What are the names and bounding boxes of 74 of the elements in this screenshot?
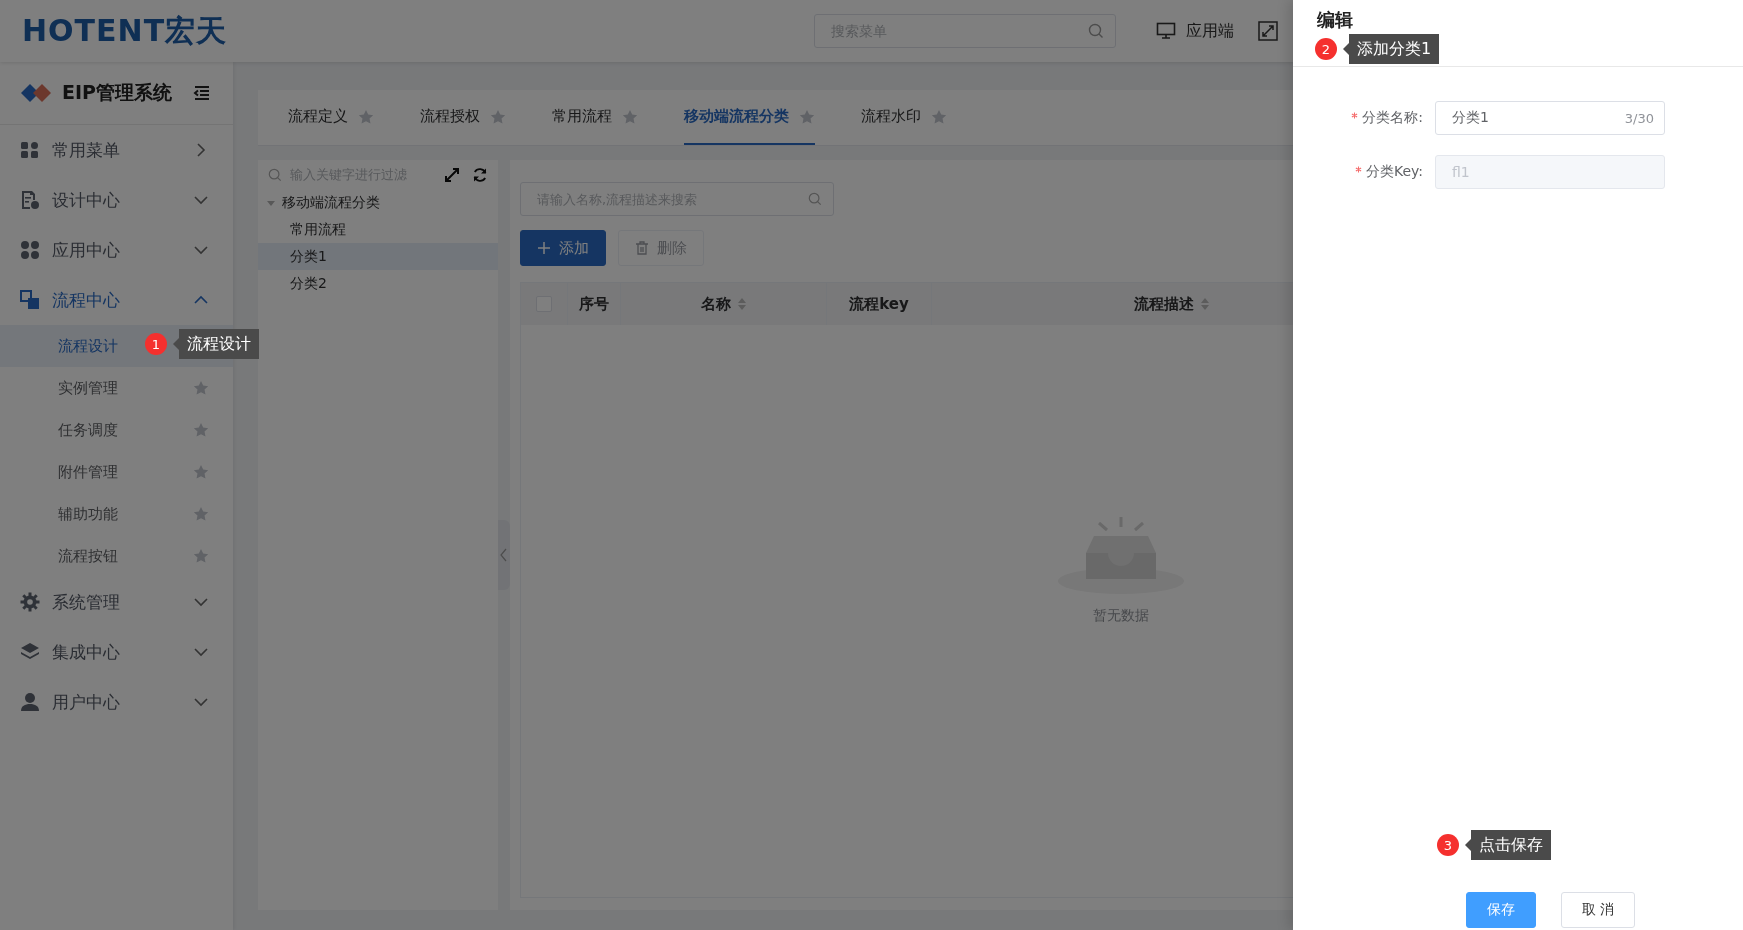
menu-item[interactable]: 流程中心 [0,275,233,325]
submenu-item[interactable]: 实例管理 [0,367,233,409]
column-header[interactable]: 流程key [849,294,909,314]
submenu-item[interactable]: 流程按钮 [0,535,233,577]
tree-node[interactable]: 分类1 [258,243,498,270]
column-header[interactable]: 流程描述 [1134,294,1194,314]
menu-item[interactable]: 常用菜单 [0,125,233,175]
step-badge: 2 [1315,38,1337,60]
menu-item[interactable]: 设计中心 [0,175,233,225]
fullscreen-icon[interactable] [1258,21,1278,41]
star-icon [931,108,947,125]
sort-icon[interactable] [736,297,747,311]
cancel-button[interactable]: 取 消 [1561,892,1636,928]
field-label: 分类Key: [1365,163,1423,181]
tree-node[interactable]: 常用流程 [258,216,498,243]
menu-item[interactable]: 应用中心 [0,225,233,275]
step-badge: 3 [1437,834,1459,856]
star-icon[interactable] [193,380,209,396]
system-title: EIP管理系统 [62,80,172,105]
monitor-icon [1156,21,1176,41]
column-header[interactable]: 序号 [579,294,609,314]
char-counter: 3/30 [1624,110,1654,126]
tab[interactable]: 流程定义 [288,90,374,145]
tab[interactable]: 移动端流程分类 [684,90,815,145]
tab[interactable]: 流程授权 [420,90,506,145]
menu-item[interactable]: 用户中心 [0,677,233,727]
star-icon [799,108,815,125]
trash-icon [635,241,649,255]
star-icon [358,108,374,125]
expand-icon[interactable] [444,166,460,183]
field-label: 分类名称: [1362,109,1423,127]
logo: HOTENT宏天 [22,11,228,50]
search-icon [808,192,822,206]
collapse-handle[interactable] [498,520,510,590]
refresh-icon[interactable] [472,166,488,183]
layers-icon [20,642,40,662]
chevron-left-icon [500,548,508,562]
save-button[interactable]: 保存 [1466,892,1536,928]
flow-icon [20,290,40,310]
guide-tooltip: 点击保存 [1465,830,1551,860]
input-field[interactable]: 分类1 3/30 [1435,101,1665,135]
menu-collapse-icon[interactable] [193,84,211,102]
search-icon [268,167,282,182]
tree-node[interactable]: 分类2 [258,270,498,297]
step-badge: 1 [145,333,167,355]
star-icon[interactable] [193,506,209,522]
menu-item[interactable]: 系统管理 [0,577,233,627]
star-icon [490,108,506,125]
doc-icon [20,190,40,210]
star-icon[interactable] [193,464,209,480]
menu-item[interactable]: 集成中心 [0,627,233,677]
user-icon [20,692,40,712]
star-icon[interactable] [193,422,209,438]
diamond-logo-icon [20,82,52,104]
guide-tooltip: 流程设计 [173,329,259,359]
grid-icon [20,140,40,160]
gear-icon [20,592,40,612]
tab[interactable]: 常用流程 [552,90,638,145]
submenu-item[interactable]: 附件管理 [0,451,233,493]
star-icon[interactable] [193,548,209,564]
tree-node[interactable]: 移动端流程分类 [258,189,498,216]
sort-icon[interactable] [1200,297,1210,311]
tab[interactable]: 流程水印 [861,90,947,145]
app-link[interactable]: 应用端 [1156,20,1234,42]
search-icon [1088,23,1104,39]
guide-tooltip: 添加分类1 [1343,34,1440,64]
submenu-item[interactable]: 辅助功能 [0,493,233,535]
drawer-title: 编辑 [1317,8,1353,32]
star-icon [622,108,638,125]
column-header[interactable]: 名称 [700,294,731,314]
apps-icon [20,240,40,260]
add-button[interactable]: 添加 [520,230,606,266]
plus-icon [537,241,551,255]
submenu-item[interactable]: 任务调度 [0,409,233,451]
